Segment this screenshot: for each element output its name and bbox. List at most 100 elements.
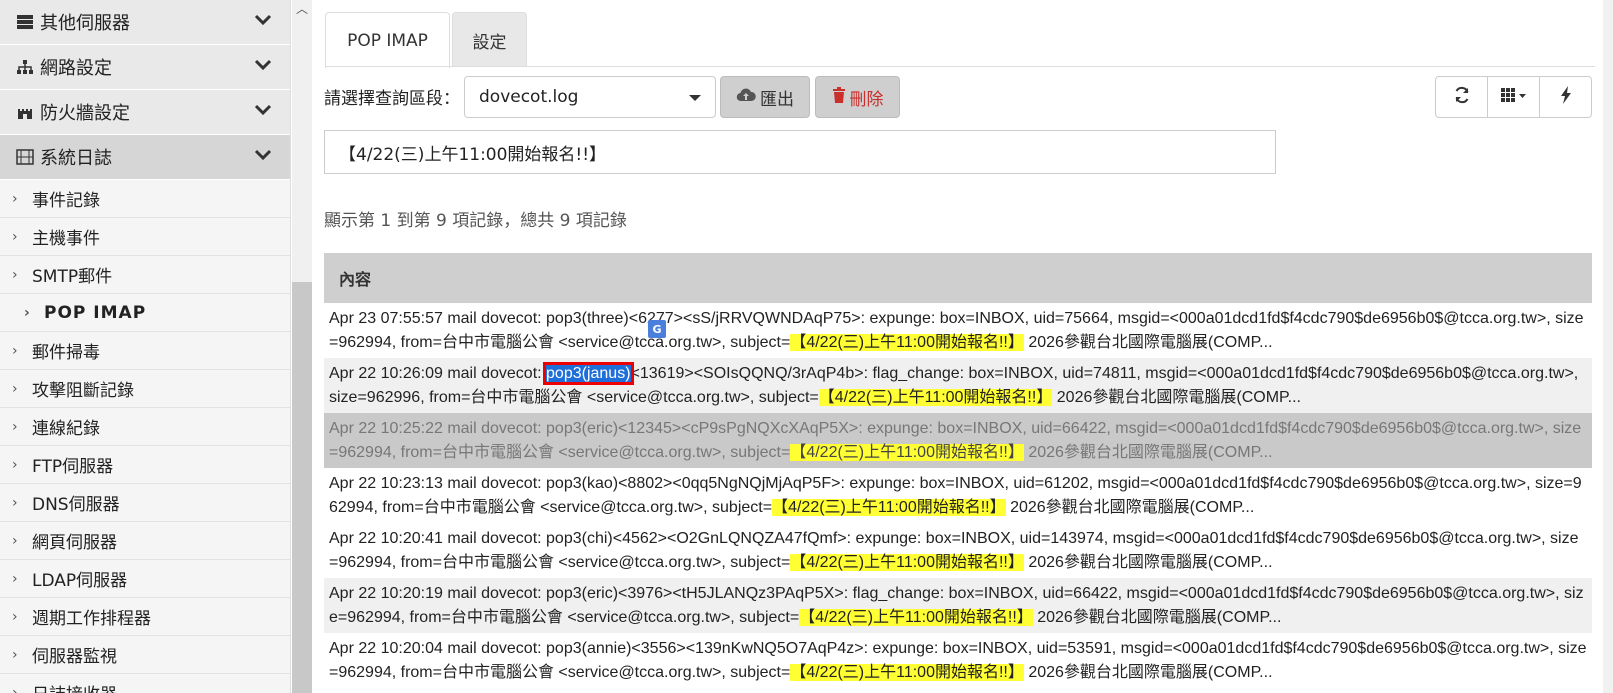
table-tools xyxy=(1435,76,1592,118)
table-row[interactable]: Apr 23 07:55:57 mail dovecot: pop3(three… xyxy=(324,303,1592,358)
sidebar-section-label: 網路設定 xyxy=(40,58,112,79)
sidebar-item-label: 主機事件 xyxy=(32,229,100,249)
sidebar-item-log-receiver[interactable]: › 日誌接收器 xyxy=(0,674,290,693)
log-select[interactable]: dovecot.log xyxy=(464,76,716,118)
tab-pop-imap[interactable]: POP IMAP xyxy=(325,12,450,68)
film-icon xyxy=(14,149,36,165)
selected-text[interactable]: pop3(janus) xyxy=(543,362,634,385)
sidebar-item-attack-block[interactable]: › 攻擊阻斷記錄 xyxy=(0,370,290,408)
chevron-right-icon: › xyxy=(12,190,18,207)
chevron-down-icon xyxy=(254,100,272,121)
highlight-match: 【4/22(三)上午11:00開始報名!!】 xyxy=(790,554,1024,571)
caret-down-icon xyxy=(689,95,701,101)
sidebar-section-label: 其他伺服器 xyxy=(40,13,130,34)
tab-divider xyxy=(325,66,1595,67)
table-row[interactable]: Apr 22 10:20:04 mail dovecot: pop3(annie… xyxy=(324,633,1592,688)
search-input[interactable] xyxy=(324,130,1276,174)
row-text: rvice@tcca.org.tw>, subject= xyxy=(584,334,791,351)
chevron-right-icon: › xyxy=(12,494,18,511)
sidebar-item-smtp[interactable]: › SMTP郵件 xyxy=(0,256,290,294)
highlight-match: 【4/22(三)上午11:00開始報名!!】 xyxy=(818,389,1053,406)
table-row[interactable]: Apr 22 10:26:09 mail dovecot: pop3(janus… xyxy=(324,358,1592,413)
sidebar-section-other-servers[interactable]: 其他伺服器 xyxy=(0,0,290,45)
log-select-value: dovecot.log xyxy=(479,87,579,107)
sidebar-item-connection-log[interactable]: › 連線紀錄 xyxy=(0,408,290,446)
sidebar-scroll-thumb[interactable] xyxy=(292,282,312,693)
sidebar-section-label: 系統日誌 xyxy=(40,148,112,169)
main-content: POP IMAP 設定 請選擇查詢區段： dovecot.log 匯出 刪除 【… xyxy=(324,0,1595,693)
chevron-down-icon xyxy=(254,145,272,166)
export-button[interactable]: 匯出 xyxy=(720,76,810,118)
row-text: 2026參觀台北國際電腦展(COMP... xyxy=(1023,664,1273,681)
sidebar-item-label: 連線紀錄 xyxy=(32,419,100,439)
refresh-icon xyxy=(1453,86,1471,109)
highlight-match: 【4/22(三)上午11:00開始報名!!】 xyxy=(790,664,1024,681)
chevron-right-icon: › xyxy=(24,304,31,321)
scroll-up-icon[interactable]: ︿ xyxy=(293,0,311,18)
table-row[interactable]: Apr 22 10:23:13 mail dovecot: pop3(kao)<… xyxy=(324,468,1592,523)
sidebar-item-label: LDAP伺服器 xyxy=(32,571,128,591)
row-text: 2026參觀台北國際電腦展(COMP... xyxy=(1023,334,1273,351)
castle-icon xyxy=(14,104,36,120)
sidebar-item-dns[interactable]: › DNS伺服器 xyxy=(0,484,290,522)
highlight-match: 【4/22(三)上午11:00開始報名!!】 xyxy=(790,334,1024,351)
chevron-right-icon: › xyxy=(12,380,18,397)
sidebar-section-firewall[interactable]: 防火牆設定 xyxy=(0,90,290,135)
row-text: 2026參觀台北國際電腦展(COMP... xyxy=(1023,554,1273,571)
row-text: Apr 22 10:26:09 mail dovecot: xyxy=(329,365,547,382)
sidebar-item-label: 伺服器監視 xyxy=(32,647,117,667)
sidebar-item-label: 攻擊阻斷記錄 xyxy=(32,381,134,401)
tab-settings[interactable]: 設定 xyxy=(452,12,527,67)
grid-icon xyxy=(1500,87,1527,108)
sidebar-item-mail-antivirus[interactable]: › 郵件掃毒 xyxy=(0,332,290,370)
sidebar-item-ldap[interactable]: › LDAP伺服器 xyxy=(0,560,290,598)
table-row[interactable]: Apr 22 10:20:41 mail dovecot: pop3(chi)<… xyxy=(324,523,1592,578)
chevron-right-icon: › xyxy=(12,418,18,435)
sidebar-item-label: DNS伺服器 xyxy=(32,495,120,515)
sidebar: 其他伺服器 網路設定 防火牆設定 系統日誌 › 事件記錄 › 主機事件 › SMTP郵… xyxy=(0,0,291,693)
sidebar-section-label: 防火牆設定 xyxy=(40,103,130,124)
refresh-button[interactable] xyxy=(1436,77,1488,117)
trash-icon xyxy=(832,86,846,108)
chevron-right-icon: › xyxy=(12,570,18,587)
chevron-right-icon: › xyxy=(12,342,18,359)
columns-button[interactable] xyxy=(1488,77,1540,117)
cloud-upload-icon xyxy=(736,87,756,108)
sidebar-item-event-log[interactable]: › 事件記錄 xyxy=(0,180,290,218)
sidebar-item-label: 事件記錄 xyxy=(32,191,100,211)
flash-button[interactable] xyxy=(1540,77,1591,117)
row-text: 2026參觀台北國際電腦展(COMP... xyxy=(1052,389,1301,406)
table-row[interactable]: Apr 22 10:25:22 mail dovecot: pop3(eric)… xyxy=(324,413,1592,468)
row-text: 2026參觀台北國際電腦展(COMP... xyxy=(1023,444,1273,461)
sidebar-item-ftp[interactable]: › FTP伺服器 xyxy=(0,446,290,484)
chevron-down-icon xyxy=(254,10,272,31)
chevron-right-icon: › xyxy=(12,456,18,473)
translate-icon[interactable]: G xyxy=(648,320,666,338)
highlight-match: 【4/22(三)上午11:00開始報名!!】 xyxy=(790,444,1024,461)
sidebar-item-label: POP IMAP xyxy=(44,302,147,323)
record-count-info: 顯示第 1 到第 9 項記錄，總共 9 項記錄 xyxy=(324,211,627,231)
bolt-icon xyxy=(1560,85,1572,109)
sidebar-item-server-monitor[interactable]: › 伺服器監視 xyxy=(0,636,290,674)
column-header-content[interactable]: 內容 xyxy=(324,253,1592,303)
query-label: 請選擇查詢區段： xyxy=(324,89,460,109)
sidebar-item-pop-imap[interactable]: › POP IMAP xyxy=(0,294,290,332)
delete-button[interactable]: 刪除 xyxy=(815,76,900,118)
sidebar-item-host-events[interactable]: › 主機事件 xyxy=(0,218,290,256)
sidebar-section-system-log[interactable]: 系統日誌 xyxy=(0,135,290,180)
delete-label: 刪除 xyxy=(849,89,884,110)
sidebar-item-label: 週期工作排程器 xyxy=(32,609,151,629)
page-scrollbar[interactable] xyxy=(1603,0,1613,693)
chevron-right-icon: › xyxy=(12,646,18,663)
row-text: 2026參觀台北國際電腦展(COMP... xyxy=(1032,609,1282,626)
highlight-match: 【4/22(三)上午11:00開始報名!!】 xyxy=(799,609,1033,626)
network-icon xyxy=(14,59,36,75)
server-icon xyxy=(14,14,36,30)
table-row[interactable]: Apr 22 10:20:19 mail dovecot: pop3(eric)… xyxy=(324,578,1592,633)
sidebar-item-web-server[interactable]: › 網頁伺服器 xyxy=(0,522,290,560)
sidebar-section-network[interactable]: 網路設定 xyxy=(0,45,290,90)
export-label: 匯出 xyxy=(760,89,794,110)
chevron-right-icon: › xyxy=(12,532,18,549)
log-table: 內容 Apr 23 07:55:57 mail dovecot: pop3(th… xyxy=(324,253,1592,688)
sidebar-item-scheduler[interactable]: › 週期工作排程器 xyxy=(0,598,290,636)
